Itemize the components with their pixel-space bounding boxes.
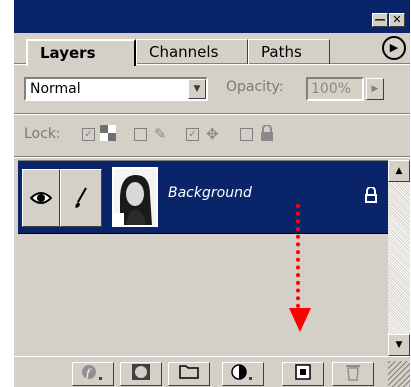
blend-mode-value: Normal xyxy=(30,81,81,97)
lock-move-checkbox[interactable]: ✓ xyxy=(186,128,199,141)
close-button[interactable]: ✕ xyxy=(389,13,405,27)
new-set-button[interactable] xyxy=(168,362,210,386)
lock-row: Lock: ✓ ✎ ✓ ✥ xyxy=(14,120,410,150)
tab-layers[interactable]: Layers xyxy=(26,39,136,66)
layer-row-background[interactable]: Background xyxy=(18,161,388,233)
resize-grip[interactable] xyxy=(388,361,410,387)
lock-transparency-checkbox[interactable]: ✓ xyxy=(82,128,95,141)
opacity-label: Opacity: xyxy=(226,79,284,95)
layers-palette: — ✕ Layers Channels Paths ▶ Normal ▼ Opa… xyxy=(14,0,410,387)
tab-bar: Layers Channels Paths ▶ xyxy=(14,33,410,66)
new-fill-adjustment-button[interactable] xyxy=(222,362,264,386)
layer-name[interactable]: Background xyxy=(168,185,252,201)
opacity-field[interactable]: 100% xyxy=(306,77,364,101)
lock-label: Lock: xyxy=(24,126,61,142)
annotation-arrow-head xyxy=(289,308,311,332)
lock-icon xyxy=(260,124,274,145)
lock-icon xyxy=(364,186,378,207)
tab-channels[interactable]: Channels xyxy=(136,39,248,64)
blend-row: Normal ▼ Opacity: 100% ▶ xyxy=(14,74,410,104)
annotation-arrow-line xyxy=(296,204,300,308)
add-mask-button[interactable] xyxy=(120,362,162,386)
add-layer-style-button[interactable]: f xyxy=(72,362,114,386)
layer-thumbnail xyxy=(112,167,158,227)
lock-all-checkbox[interactable] xyxy=(240,128,253,141)
blend-mode-select[interactable]: Normal ▼ xyxy=(24,77,208,101)
scroll-up-button[interactable]: ▲ xyxy=(388,160,410,182)
minimize-button[interactable]: — xyxy=(372,13,388,27)
move-icon: ✥ xyxy=(206,125,219,143)
eye-icon[interactable] xyxy=(22,169,60,227)
layer-separator xyxy=(18,233,388,234)
divider-highlight xyxy=(14,157,410,158)
opacity-slider-button[interactable]: ▶ xyxy=(366,78,384,100)
scroll-down-button[interactable]: ▼ xyxy=(388,334,410,356)
layers-list: Background xyxy=(18,160,388,356)
trash-button[interactable] xyxy=(332,362,374,386)
brush-icon[interactable] xyxy=(60,169,102,227)
layers-scrollbar[interactable]: ▲ ▼ xyxy=(388,160,410,356)
brush-icon: ✎ xyxy=(154,125,167,143)
lock-paint-checkbox[interactable] xyxy=(134,128,147,141)
tab-paths[interactable]: Paths xyxy=(248,39,330,64)
palette-menu-button[interactable]: ▶ xyxy=(382,36,406,60)
divider-highlight xyxy=(14,114,410,115)
new-layer-button[interactable] xyxy=(282,362,324,386)
chevron-down-icon[interactable]: ▼ xyxy=(188,79,206,99)
palette-footer: f xyxy=(14,356,410,387)
palette-title-bar[interactable]: — ✕ xyxy=(14,0,410,33)
transparency-lock-icon xyxy=(100,125,116,145)
